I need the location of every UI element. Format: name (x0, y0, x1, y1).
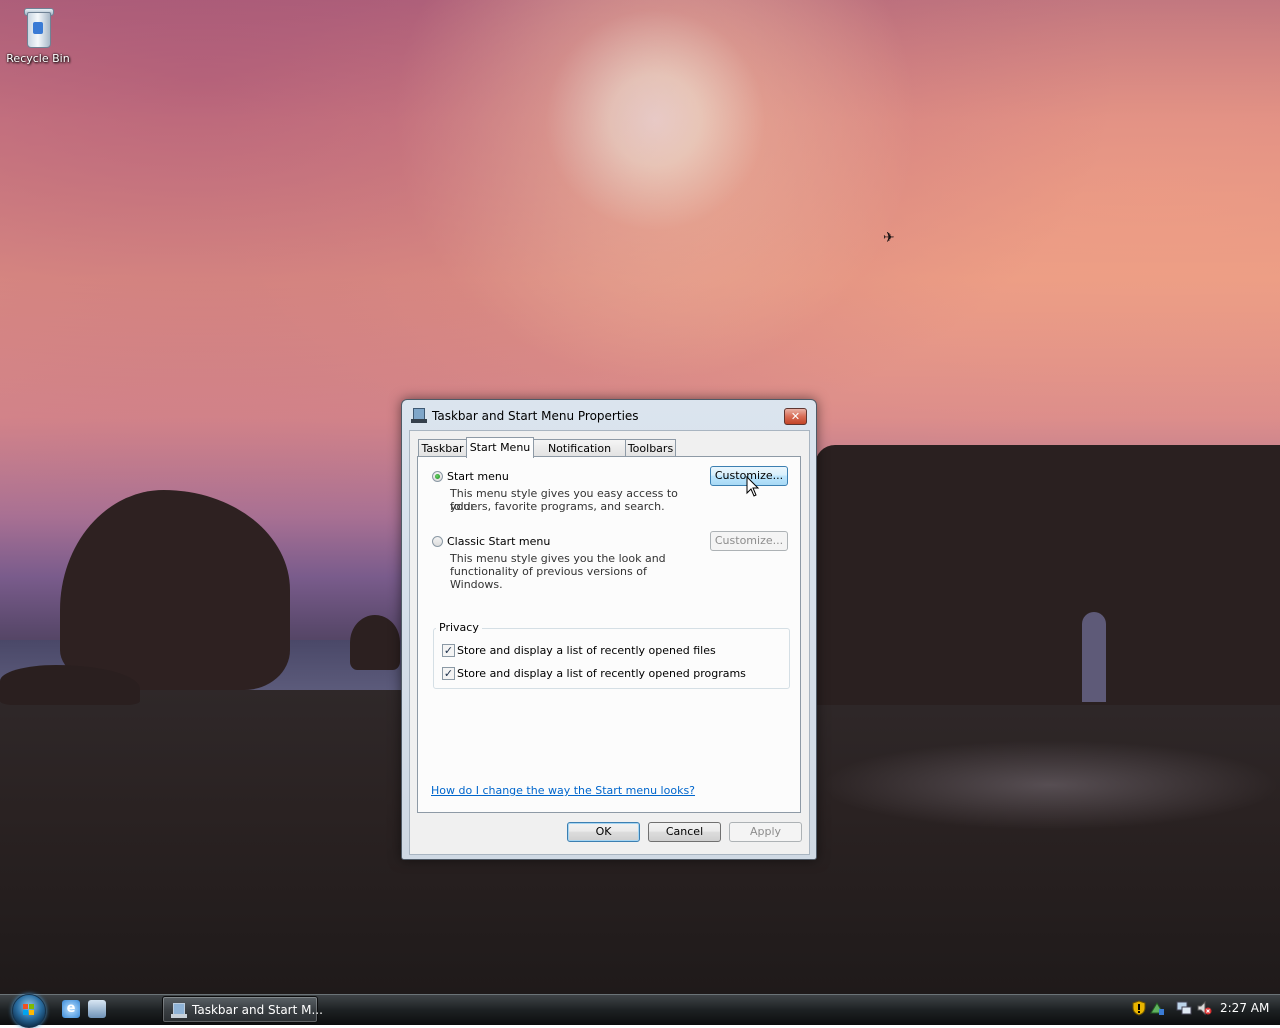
tab-toolbars[interactable]: Toolbars (625, 439, 676, 456)
start-menu-radio[interactable] (432, 471, 443, 482)
start-menu-help-link[interactable]: How do I change the way the Start menu l… (431, 784, 695, 797)
close-button[interactable]: ✕ (784, 408, 807, 425)
privacy-group-title: Privacy (436, 621, 482, 634)
dialog-titlebar[interactable]: Taskbar and Start Menu Properties ✕ (402, 400, 816, 430)
start-menu-tab-page: Start menu This menu style gives you eas… (417, 456, 801, 813)
taskbar-window-label: Taskbar and Start M... (192, 1003, 323, 1017)
volume-muted-icon[interactable] (1196, 1000, 1212, 1016)
classic-start-menu-label[interactable]: Classic Start menu (447, 535, 550, 548)
recent-files-label[interactable]: Store and display a list of recently ope… (457, 644, 716, 657)
start-menu-label[interactable]: Start menu (447, 470, 509, 483)
recycle-bin-icon (21, 4, 55, 48)
mouse-pointer-icon (746, 476, 760, 497)
internet-explorer-icon[interactable]: e (62, 1000, 80, 1018)
start-menu-description-line2: folders, favorite programs, and search. (450, 500, 665, 513)
tab-notification-area[interactable]: Notification Area (533, 439, 626, 472)
cancel-button[interactable]: Cancel (648, 822, 721, 842)
taskbar-properties-icon (171, 1003, 187, 1018)
switch-windows-icon[interactable] (88, 1000, 106, 1018)
taskbar-properties-dialog: Taskbar and Start Menu Properties ✕ Task… (401, 399, 817, 860)
tab-start-menu[interactable]: Start Menu (466, 437, 534, 458)
classic-start-menu-radio[interactable] (432, 536, 443, 547)
recent-programs-checkbox[interactable]: ✓ (442, 667, 455, 680)
windows-orb-icon (12, 994, 46, 1028)
desktop-icon-label: Recycle Bin (6, 52, 70, 65)
tab-taskbar[interactable]: Taskbar (418, 439, 467, 456)
taskbar-properties-icon (411, 408, 427, 423)
arch-cliff (815, 445, 1280, 705)
dialog-title: Taskbar and Start Menu Properties (432, 409, 639, 423)
tab-strip: Taskbar Start Menu Notification Area Too… (418, 437, 798, 472)
classic-menu-description-line2: functionality of previous versions of Wi… (450, 565, 647, 591)
system-clock[interactable]: 2:27 AM (1220, 1001, 1269, 1015)
taskbar-window-button[interactable]: Taskbar and Start M... (162, 996, 323, 1023)
bird-silhouette: ✈ (883, 230, 895, 246)
classic-menu-customize-button[interactable]: Customize... (710, 531, 788, 551)
ok-button[interactable]: OK (567, 822, 640, 842)
beach-highlight (820, 740, 1280, 830)
small-rock (350, 615, 400, 670)
apply-button[interactable]: Apply (729, 822, 802, 842)
security-shield-icon[interactable] (1131, 1000, 1147, 1016)
recent-programs-label[interactable]: Store and display a list of recently ope… (457, 667, 746, 680)
classic-menu-description-line1: This menu style gives you the look and (450, 552, 666, 565)
start-button[interactable] (10, 994, 46, 1028)
cliff-arch-opening (1082, 612, 1106, 702)
recent-files-checkbox[interactable]: ✓ (442, 644, 455, 657)
network-connection-icon[interactable] (1176, 1000, 1192, 1016)
desktop-icon-recycle-bin[interactable]: Recycle Bin (4, 2, 72, 65)
network-icon[interactable] (1149, 1000, 1165, 1016)
